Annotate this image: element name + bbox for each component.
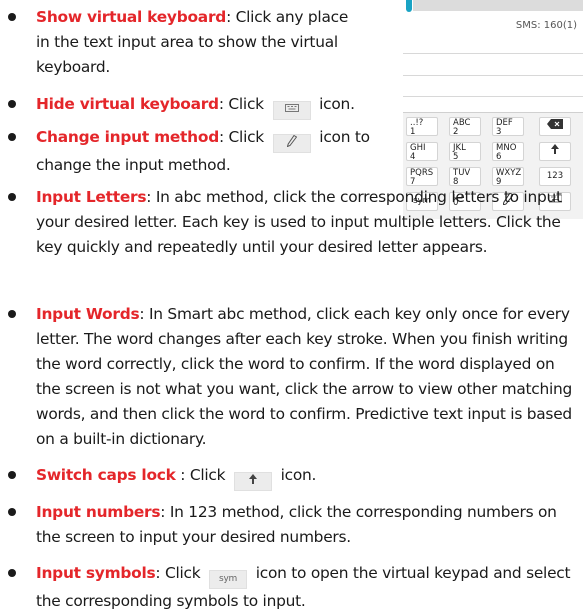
key-2[interactable]: ABC 2 [449,117,481,137]
key-1[interactable]: ..!? 1 [406,117,438,137]
divider [403,53,583,54]
bullet [8,193,16,201]
key-7[interactable]: PQRS 7 [406,167,438,187]
sms-counter: SMS: 160(1) [515,20,577,31]
key-4[interactable]: GHI 4 [406,142,438,162]
bullet [8,310,16,318]
divider [403,75,583,76]
term: Show virtual keyboard [36,8,227,26]
key-6[interactable]: MNO 6 [492,142,524,162]
divider [403,96,583,97]
arrow-up-icon [551,144,559,154]
bullet [8,100,16,108]
bullet [8,133,16,141]
bullet [8,508,16,516]
arrow-up-icon [233,472,272,491]
key-8[interactable]: TUV 8 [449,167,481,187]
bullet [8,569,16,577]
bullet [8,13,16,21]
list-item: Switch caps lock : Click icon. [36,463,576,491]
message-input[interactable] [413,0,583,11]
term: Hide virtual keyboard [36,95,219,113]
list-item: Input Letters: In abc method, click the … [36,188,562,256]
keyboard-icon [272,101,311,120]
caps-key[interactable] [539,142,571,161]
term: Input symbols [36,564,156,582]
bullet [8,471,16,479]
key-3[interactable]: DEF 3 [492,117,524,137]
list-item: Change input method: Click icon to chang… [36,128,370,174]
backspace-icon [547,119,563,129]
key-9[interactable]: WXYZ 9 [492,167,524,187]
sym-icon: sym [209,570,248,589]
term: Switch caps lock [36,466,176,484]
list-item: Hide virtual keyboard: Click icon. [36,92,376,120]
backspace-key[interactable] [539,117,571,136]
term: Input numbers [36,503,161,521]
term: Change input method [36,128,219,146]
term: Input Letters [36,188,147,206]
pencil-icon [272,134,311,153]
message-area: SMS: 160(1) [403,0,583,41]
term: Input Words [36,305,140,323]
list-item: Input numbers: In 123 method, click the … [36,503,557,546]
numeric-mode-key[interactable]: 123 [539,167,571,186]
key-5[interactable]: JKL 5 [449,142,481,162]
list-item: Input Words: In Smart abc method, click … [36,305,573,448]
contact-icon [406,0,412,12]
list-item: Show virtual keyboard: Click any place i… [36,8,349,76]
list-item: Input symbols: Click sym icon to open th… [36,564,571,610]
